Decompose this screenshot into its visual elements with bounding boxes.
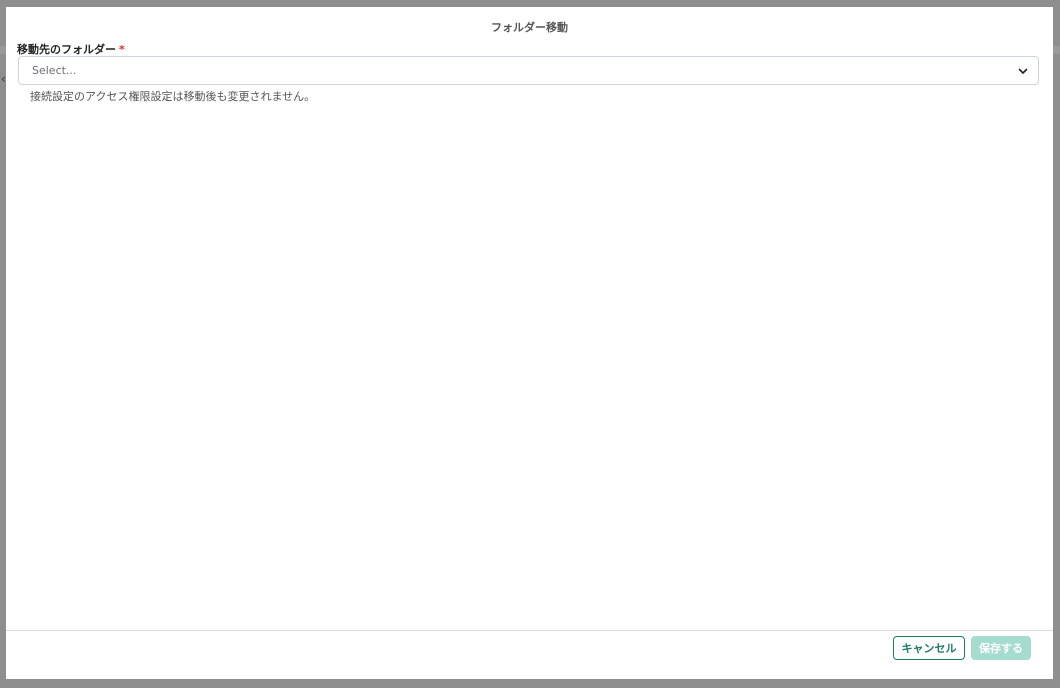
destination-folder-select[interactable]: Select... [18,56,1039,85]
save-button[interactable]: 保存する [971,636,1031,660]
cancel-button[interactable]: キャンセル [893,636,965,660]
help-text: 接続設定のアクセス権限設定は移動後も変更されません。 [30,90,316,103]
select-placeholder: Select... [32,64,77,77]
dialog-title: フォルダー移動 [491,21,568,34]
folder-move-dialog: フォルダー移動 移動先のフォルダー * Select... 接続設定のアクセス権限… [6,7,1053,679]
destination-folder-label-text: 移動先のフォルダー [17,43,116,56]
chevron-down-icon [1018,68,1028,74]
footer-divider [6,630,1053,631]
destination-folder-label: 移動先のフォルダー * [17,41,125,57]
required-mark: * [119,43,125,56]
